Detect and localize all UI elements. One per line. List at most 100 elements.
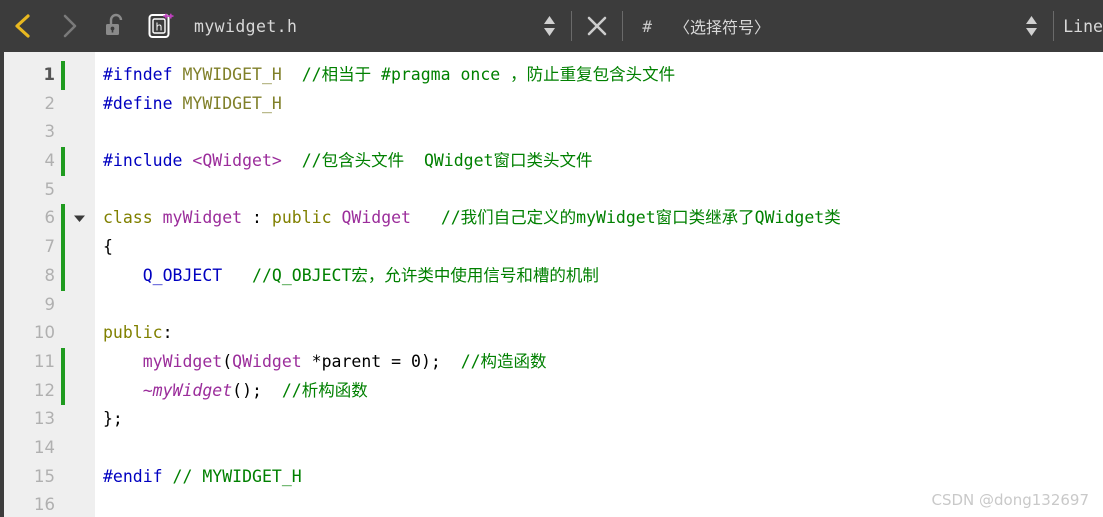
code-token: QWidget — [232, 351, 302, 371]
code-line-row[interactable]: 12 ~myWidget(); //析构函数 — [0, 376, 1103, 406]
line-number[interactable]: 14 — [0, 434, 55, 463]
code-line-text[interactable]: #include <QWidget> //包含头文件 QWidget窗口类头文件 — [103, 147, 592, 176]
code-token: 0 — [411, 351, 421, 371]
symbol-hash-label: # — [642, 16, 652, 36]
line-number[interactable]: 1 — [0, 61, 55, 90]
code-lines-layer: 1 #ifndef MYWIDGET_H //相当于 #pragma once ，… — [0, 61, 1103, 517]
code-token: //析构函数 — [281, 380, 368, 400]
line-number[interactable]: 11 — [0, 348, 55, 377]
line-number[interactable]: 9 — [0, 291, 56, 320]
code-token: //相当于 #pragma once ，防止重复包含头文件 — [301, 65, 676, 84]
code-line-row[interactable]: 8 Q_OBJECT //Q_OBJECT宏，允许类中使用信号和槽的机制 — [0, 261, 1103, 291]
code-line-row[interactable]: 2 #define MYWIDGET_H — [0, 90, 1103, 119]
code-line-row[interactable]: 9 — [0, 291, 1103, 320]
code-line-text[interactable]: }; — [103, 405, 123, 434]
watermark-text: CSDN @dong132697 — [931, 491, 1089, 509]
code-token: #endif — [103, 466, 163, 486]
file-dropdown-spinner-button[interactable] — [532, 0, 566, 52]
line-number[interactable]: 7 — [0, 233, 56, 262]
code-line-text[interactable]: public: — [103, 319, 173, 348]
line-number[interactable]: 4 — [0, 147, 56, 176]
code-line-row[interactable]: 11 myWidget(QWidget *parent = 0); //构造函数 — [0, 347, 1103, 377]
file-type-icon-button[interactable]: h — [138, 0, 184, 52]
code-line-row[interactable]: 3 — [0, 118, 1103, 147]
line-number[interactable]: 12 — [0, 377, 55, 406]
vcs-change-bar — [61, 61, 65, 90]
updown-spinner-icon — [1025, 16, 1037, 36]
line-indicator-label[interactable]: Line — [1059, 17, 1103, 36]
line-number[interactable]: 10 — [0, 319, 55, 348]
line-number[interactable]: 6 — [0, 204, 56, 233]
code-line-text[interactable]: Q_OBJECT //Q_OBJECT宏，允许类中使用信号和槽的机制 — [103, 262, 599, 291]
code-line-text[interactable]: #define MYWIDGET_H — [103, 90, 282, 119]
code-line-text[interactable]: myWidget(QWidget *parent = 0); //构造函数 — [103, 348, 547, 377]
code-token: //我们自己定义的myWidget窗口类继承了QWidget类 — [440, 208, 841, 228]
line-number[interactable]: 8 — [0, 262, 56, 291]
code-token: (); — [232, 380, 262, 400]
code-line-row[interactable]: 5 — [0, 176, 1103, 205]
code-token: public — [271, 208, 332, 228]
line-number[interactable]: 3 — [0, 118, 56, 147]
lock-toggle-button[interactable] — [92, 0, 138, 52]
chevron-down-icon — [73, 215, 85, 223]
code-line-text[interactable]: class myWidget : public QWidget //我们自己定义… — [103, 204, 841, 233]
code-line-text[interactable]: { — [103, 233, 113, 262]
code-token: MYWIDGET_H — [182, 65, 282, 84]
code-line-text[interactable]: ~myWidget(); //析构函数 — [103, 377, 368, 406]
code-token: myWidget — [142, 351, 223, 371]
code-token: : — [242, 208, 272, 228]
code-line-text[interactable]: #ifndef MYWIDGET_H //相当于 #pragma once ，防… — [103, 61, 675, 90]
line-number[interactable]: 13 — [0, 405, 55, 434]
toolbar-divider-1 — [571, 11, 573, 41]
line-number[interactable]: 2 — [0, 90, 56, 119]
navigate-forward-button[interactable] — [46, 0, 92, 52]
code-line-row[interactable]: 10 public: — [0, 319, 1103, 348]
vcs-change-bar — [61, 261, 65, 291]
code-token: <QWidget> — [192, 151, 282, 171]
chevron-left-icon — [15, 14, 30, 38]
toolbar-divider-2 — [622, 11, 624, 41]
line-number[interactable]: 15 — [0, 463, 55, 492]
code-line-row[interactable]: 15 #endif // MYWIDGET_H — [0, 463, 1103, 492]
code-line-row[interactable]: 1 #ifndef MYWIDGET_H //相当于 #pragma once ，… — [0, 61, 1103, 90]
vcs-change-bar — [61, 147, 65, 176]
code-line-text[interactable]: #endif // MYWIDGET_H — [103, 463, 302, 492]
code-line-row[interactable]: 6 class myWidget : public QWidget //我们自己定… — [0, 204, 1103, 234]
code-token: //包含头文件 QWidget窗口类头文件 — [301, 151, 593, 171]
code-token: ~myWidget — [142, 380, 233, 400]
code-token: Q_OBJECT — [142, 265, 223, 285]
vcs-change-bar — [61, 376, 65, 406]
code-line-row[interactable]: 7{ — [0, 233, 1103, 262]
close-file-button[interactable] — [577, 0, 617, 52]
code-token: QWidget — [341, 208, 411, 228]
code-token: ( — [222, 351, 233, 371]
code-token: { — [103, 237, 113, 257]
code-line-row[interactable]: 14 — [0, 434, 1103, 463]
code-token: #include — [103, 151, 183, 171]
navigate-back-button[interactable] — [0, 0, 46, 52]
code-line-row[interactable]: 4 #include <QWidget> //包含头文件 QWidget窗口类头文… — [0, 147, 1103, 176]
code-fold-toggle[interactable] — [70, 204, 88, 233]
line-number[interactable]: 5 — [0, 176, 56, 205]
code-line-row[interactable]: 13}; — [0, 405, 1103, 434]
symbol-dropdown-spinner-button[interactable] — [1014, 0, 1048, 52]
code-token: class — [103, 208, 153, 228]
code-token: : — [162, 323, 173, 343]
code-token: public — [103, 323, 163, 343]
code-token: #define — [103, 93, 173, 113]
line-number[interactable]: 16 — [0, 491, 55, 517]
code-editor[interactable]: 1 #ifndef MYWIDGET_H //相当于 #pragma once ，… — [0, 52, 1103, 517]
symbol-selector-dropdown[interactable]: 〈选择符号〉 — [674, 14, 770, 38]
open-file-name[interactable]: mywidget.h — [194, 17, 297, 36]
